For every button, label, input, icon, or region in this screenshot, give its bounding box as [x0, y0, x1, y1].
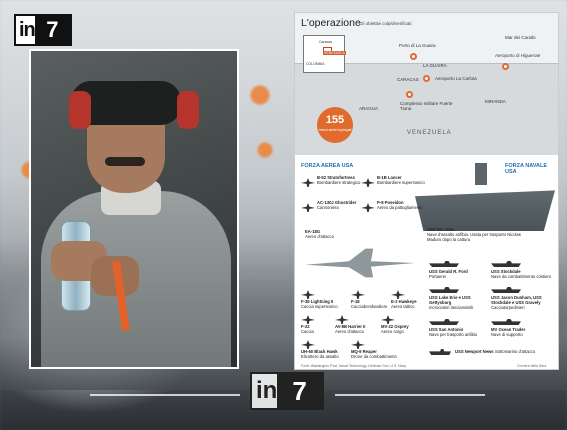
- place-label: LA GUAIRA: [423, 63, 447, 68]
- air-item: EA-18G Aereo d'attacco: [305, 229, 334, 239]
- air-force-heading: FORZA AEREA USA: [301, 163, 354, 169]
- ship-item: USS Stockdale Nave da combattimento costi…: [491, 269, 552, 279]
- ship-item: USS Iwo Jima Nave d'assalto anfibia. Usat…: [427, 227, 521, 242]
- place-label: Aeroporto La Carlota: [435, 76, 477, 81]
- air-item: F-22 Caccia: [301, 324, 314, 334]
- carrier-island: [475, 163, 487, 185]
- ship-icon: [429, 261, 459, 267]
- strikes-count-badge: 155 mezzi aerei impiegati: [317, 107, 353, 143]
- inset-caracas-label: Caracas: [319, 40, 333, 44]
- logo-in-text: in: [19, 18, 36, 41]
- logo-seven-text: 7: [34, 16, 70, 44]
- strike-marker: [423, 75, 430, 82]
- strikes-label: mezzi aerei impiegati: [318, 128, 352, 132]
- ship-icon: [491, 287, 521, 293]
- air-item: E-2 Hawkeye Aereo tattico: [391, 299, 417, 309]
- place-label: CARACAS: [397, 77, 419, 82]
- place-label: Porto di La Guaira: [399, 43, 436, 48]
- ship-item: MV Ocean Trader Nave di supporto: [491, 327, 526, 337]
- air-item: F-18 Cacciabombardiere: [351, 299, 388, 309]
- strike-marker: [406, 91, 413, 98]
- inset-venezuela-label: VENEZUELA: [323, 51, 346, 55]
- headphone-right: [177, 91, 199, 129]
- brand-watermark: in 7: [250, 372, 324, 410]
- strike-marker: [410, 53, 417, 60]
- watermark-in-text: in: [256, 377, 278, 404]
- mustache-shape: [105, 157, 145, 166]
- air-item: F-35 Lightning II Caccia supersonico: [301, 299, 338, 309]
- brand-logo: in 7: [14, 14, 72, 46]
- helicopter-icon: [301, 340, 315, 349]
- map-title: L'operazione: [301, 17, 361, 29]
- place-label: Aeroporto di Higuerote: [495, 53, 541, 58]
- ship-icon: [429, 319, 459, 325]
- plane-icon: [391, 290, 405, 299]
- place-label: Mar dei Caraibi: [505, 35, 536, 40]
- plane-icon: [301, 290, 315, 299]
- ship-icon: [491, 261, 521, 267]
- strike-marker: [502, 63, 509, 70]
- ship-icon: [429, 287, 459, 293]
- fighter-jet-image: [305, 248, 415, 278]
- air-item: AV-8B Harrier II Aereo d'attacco: [335, 324, 366, 334]
- air-item: MQ-9 Reaper Drone da combattimento: [351, 349, 397, 359]
- footer-credit: Corriere della Sera: [517, 364, 547, 368]
- air-item: B-1B Lancer Bombardiere supersonico: [377, 175, 425, 185]
- infographic-panel: L'operazione Gli obiettivi colpiti/verif…: [294, 12, 559, 370]
- plane-icon: [301, 203, 315, 212]
- map-subtitle: Gli obiettivi colpiti/verificati: [359, 21, 412, 26]
- map-area: L'operazione Gli obiettivi colpiti/verif…: [295, 13, 558, 155]
- navy-heading: FORZA NAVALE USA: [505, 163, 548, 175]
- divider-line-right: [335, 394, 485, 396]
- inset-colombia-label: COLOMBIA: [306, 62, 325, 66]
- country-label: VENEZUELA: [407, 130, 452, 136]
- inset-map: Caracas VENEZUELA COLOMBIA: [303, 35, 346, 73]
- plane-icon: [351, 290, 365, 299]
- submarine-icon: [429, 349, 451, 355]
- place-label: MIRANDA: [485, 99, 506, 104]
- ship-icon: [491, 319, 521, 325]
- plane-icon: [381, 315, 395, 324]
- drone-icon: [351, 340, 365, 349]
- ship-item: USS Jason Dunham, USS Stockdale e USS Gr…: [491, 295, 542, 310]
- photo-panel: [29, 49, 239, 369]
- air-item: MV-22 Osprey Aereo cargo: [381, 324, 409, 334]
- plane-icon: [301, 178, 315, 187]
- air-item: UH-60 Black Hawk Elicottero da assalto: [301, 349, 339, 359]
- plane-icon: [301, 315, 315, 324]
- air-item: P-8 Poseidon Aereo da pattugliamento: [377, 200, 423, 210]
- ship-item: USS San Antonio Nave per trasporto anfibi…: [429, 327, 478, 337]
- ship-item: USS Newport News Sottomarino d'attacco: [455, 349, 536, 354]
- divider-line-left: [90, 394, 240, 396]
- ship-item: USS Lake Erie e USS Gettysburg Incrociato…: [429, 295, 473, 310]
- face-shape: [87, 113, 165, 193]
- ship-item: USS Gerald R. Ford Portaerei: [429, 269, 468, 279]
- place-label: Complesso militare Fuerte Tiuna: [400, 101, 453, 111]
- strikes-count: 155: [325, 114, 345, 126]
- plane-icon: [335, 315, 349, 324]
- place-label: ARAGUA: [359, 106, 379, 111]
- footer-source: Fonti: Washington Post, Naval Technology…: [301, 364, 407, 368]
- headphone-left: [69, 91, 91, 129]
- watermark-seven-text: 7: [277, 374, 322, 408]
